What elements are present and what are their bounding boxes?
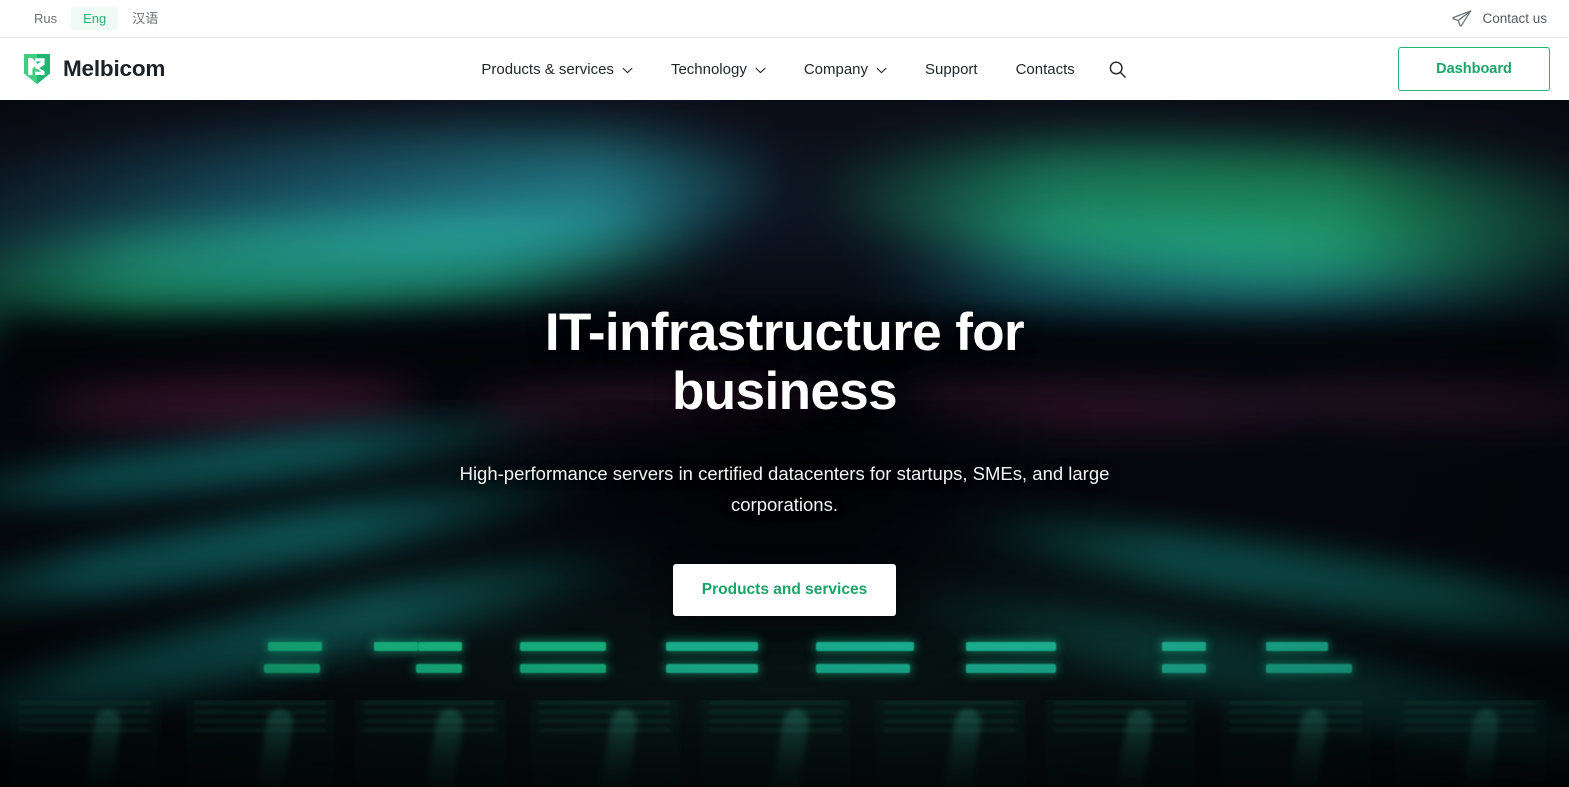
language-option-rus[interactable]: Rus [22,7,69,30]
hero-content: IT-infrastructure for business High-perf… [0,100,1569,617]
nav-label: Support [925,60,978,78]
language-option-eng[interactable]: Eng [71,7,119,30]
primary-nav: Products & services Technology Company S… [422,52,1140,87]
chevron-down-icon [876,65,887,74]
hero-section: IT-infrastructure for business High-perf… [0,100,1569,787]
dashboard-button[interactable]: Dashboard [1398,47,1550,91]
nav-label: Contacts [1015,60,1075,78]
hero-title: IT-infrastructure for business [544,303,1025,421]
search-button[interactable] [1094,52,1141,87]
chevron-down-icon [622,65,633,74]
paper-plane-icon [1451,8,1473,30]
main-navigation-bar: Melbicom Products & services Technology … [0,38,1569,100]
nav-item-technology[interactable]: Technology [652,53,785,86]
brand-logo[interactable]: Melbicom [22,53,165,85]
nav-label: Products & services [481,60,614,78]
chevron-down-icon [755,65,766,74]
nav-item-products-services[interactable]: Products & services [462,53,652,86]
melbicom-logo-icon [22,53,52,85]
brand-name: Melbicom [63,56,166,81]
contact-us-link[interactable]: Contact us [1451,8,1553,30]
nav-label: Technology [670,60,747,78]
hero-cta-button[interactable]: Products and services [672,564,897,617]
language-option-zho[interactable]: 汉语 [120,7,170,30]
hero-subtitle: High-performance servers in certified da… [459,462,1110,516]
utility-bar: Rus Eng 汉语 Contact us [0,0,1569,38]
search-icon [1108,60,1127,79]
contact-us-label: Contact us [1482,11,1547,26]
nav-label: Company [803,60,869,78]
nav-item-support[interactable]: Support [906,53,997,86]
language-switcher: Rus Eng 汉语 [22,7,170,30]
nav-item-contacts[interactable]: Contacts [997,53,1094,86]
nav-item-company[interactable]: Company [785,53,906,86]
